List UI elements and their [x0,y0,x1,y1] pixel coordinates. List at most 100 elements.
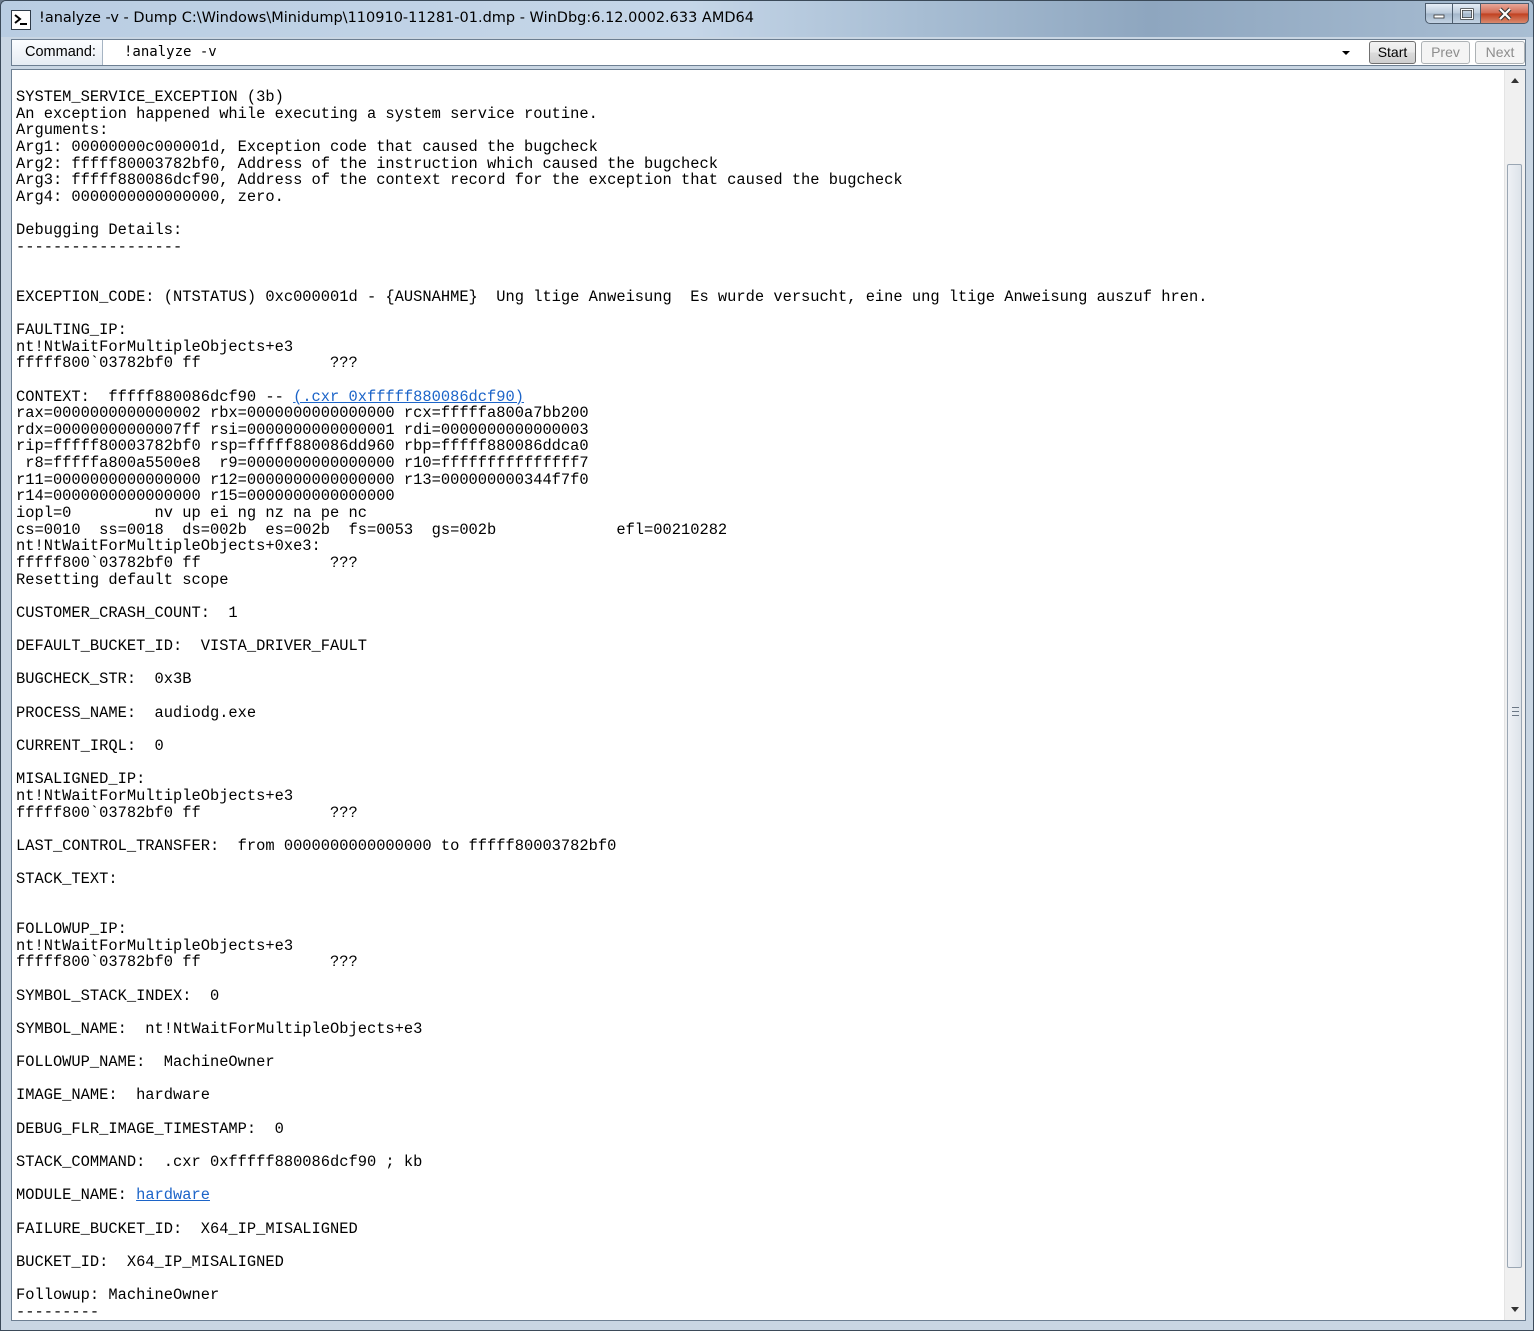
command-input[interactable]: !analyze -v [124,40,217,65]
output-line-text: cs=0010 ss=0018 ds=002b es=002b fs=0053 … [16,521,728,539]
output-line: LAST_CONTROL_TRANSFER: from 000000000000… [16,838,1496,855]
context-record-link[interactable]: (.cxr 0xfffff880086dcf90) [293,389,524,406]
output-line-text: MODULE_NAME: [16,1187,137,1204]
output-line-text: nt!NtWaitForMultipleObjects+e3 [16,787,294,805]
next-button[interactable]: Next [1475,41,1525,64]
output-line-text: FAULTING_IP: [16,321,127,339]
minimize-button[interactable] [1425,3,1453,24]
output-line: Followup: MachineOwner [16,1287,1496,1304]
command-history-dropdown[interactable] [1338,44,1354,60]
output-line: r8=fffffa800a5500e8 r9=0000000000000000 … [16,455,1496,472]
output-line-text: CUSTOMER_CRASH_COUNT: 1 [16,604,238,622]
output-line: FOLLOWUP_NAME: MachineOwner [16,1054,1496,1071]
scroll-up-button[interactable] [1505,72,1525,89]
output-line: DEBUG_FLR_IMAGE_TIMESTAMP: 0 [16,1121,1496,1138]
output-line-text: STACK_TEXT: [16,871,118,888]
output-line: Arg1: 00000000c000001d, Exception code t… [16,139,1496,156]
output-line-text: IMAGE_NAME: hardware [16,1087,210,1105]
output-line: nt!NtWaitForMultipleObjects+e3 [16,788,1496,805]
output-line: FAULTING_IP: [16,322,1496,339]
module-name-link[interactable]: hardware [136,1187,210,1204]
output-line-text: FOLLOWUP_NAME: MachineOwner [16,1054,275,1071]
output-line: Arguments: [16,122,1496,139]
start-button[interactable]: Start [1369,41,1416,64]
windbg-window: !analyze -v - Dump C:\Windows\Minidump\1… [0,0,1534,1331]
vertical-scrollbar[interactable] [1504,70,1525,1320]
output-line-text: rax=0000000000000002 rbx=000000000000000… [16,405,589,422]
output-line: nt!NtWaitForMultipleObjects+0xe3: [16,538,1496,555]
output-line-text: Arg3: fffff880086dcf90, Address of the c… [16,172,903,189]
output-line: CONTEXT: fffff880086dcf90 -- (.cxr 0xfff… [16,389,1496,406]
output-line-text: SYSTEM_SERVICE_EXCEPTION (3b) [16,89,284,106]
output-line-text: SYMBOL_STACK_INDEX: 0 [16,987,220,1005]
output-line-text: An exception happened while executing a … [16,105,598,123]
minimize-icon [1433,14,1445,18]
output-line: FOLLOWUP_IP: [16,921,1496,938]
output-line: rax=0000000000000002 rbx=000000000000000… [16,405,1496,422]
maximize-button[interactable] [1453,3,1481,24]
output-line-text: DEFAULT_BUCKET_ID: VISTA_DRIVER_FAULT [16,638,367,655]
output-line: r11=0000000000000000 r12=000000000000000… [16,472,1496,489]
output-text: SYSTEM_SERVICE_EXCEPTION (3b) An exceptio… [16,89,1496,1320]
output-line: PROCESS_NAME: audiodg.exe [16,705,1496,722]
output-line: Resetting default scope [16,572,1496,589]
scroll-up-icon [1511,78,1519,83]
output-line-text: Arg4: 0000000000000000, zero. [16,188,284,206]
scroll-down-icon [1511,1307,1519,1312]
output-line-text: BUGCHECK_STR: 0x3B [16,671,192,689]
output-line-text: Debugging Details: [16,222,183,239]
command-output-pane[interactable]: SYSTEM_SERVICE_EXCEPTION (3b) An exceptio… [11,69,1526,1321]
output-line-text: fffff800`03782bf0 ff ??? [16,954,358,971]
output-line-text: rip=fffff80003782bf0 rsp=fffff880086dd96… [16,438,589,456]
output-line-text: Followup: MachineOwner [16,1287,220,1304]
output-line: BUGCHECK_STR: 0x3B [16,671,1496,688]
output-line-text: FOLLOWUP_IP: [16,921,127,938]
output-line-text: fffff800`03782bf0 ff ??? [16,355,358,372]
caption-buttons [1425,3,1529,25]
prev-button[interactable]: Prev [1421,41,1470,64]
output-line: nt!NtWaitForMultipleObjects+e3 [16,339,1496,356]
scroll-down-button[interactable] [1505,1301,1525,1318]
output-line-text: nt!NtWaitForMultipleObjects+e3 [16,937,294,955]
output-line: STACK_TEXT: [16,871,1496,888]
output-line: BUCKET_ID: X64_IP_MISALIGNED [16,1254,1496,1271]
scrollbar-thumb[interactable] [1507,164,1522,1268]
output-line: SYSTEM_SERVICE_EXCEPTION (3b) [16,89,1496,106]
output-line: SYMBOL_STACK_INDEX: 0 [16,988,1496,1005]
output-line-text: r11=0000000000000000 r12=000000000000000… [16,471,589,489]
output-line: rdx=00000000000007ff rsi=000000000000000… [16,422,1496,439]
output-line: Arg4: 0000000000000000, zero. [16,189,1496,206]
output-line-text: iopl=0 nv up ei ng nz na pe nc [16,505,367,522]
output-line-text: ------------------ [16,238,183,256]
output-line: fffff800`03782bf0 ff ??? [16,355,1496,372]
output-line: cs=0010 ss=0018 ds=002b es=002b fs=0053 … [16,522,1496,539]
output-line-text: nt!NtWaitForMultipleObjects+0xe3: [16,538,321,555]
output-line-text: STACK_COMMAND: .cxr 0xfffff880086dcf90 ;… [16,1154,423,1171]
chevron-down-icon [1342,51,1350,55]
output-line-text: SYMBOL_NAME: nt!NtWaitForMultipleObjects… [16,1020,423,1038]
close-icon [1498,7,1511,20]
title-bar[interactable]: !analyze -v - Dump C:\Windows\Minidump\1… [1,1,1533,37]
output-line-text: --------- [16,1303,100,1321]
output-line: MISALIGNED_IP: [16,771,1496,788]
output-line: fffff800`03782bf0 ff ??? [16,805,1496,822]
close-button[interactable] [1481,3,1529,24]
output-line: SYMBOL_NAME: nt!NtWaitForMultipleObjects… [16,1021,1496,1038]
output-line: EXCEPTION_CODE: (NTSTATUS) 0xc000001d - … [16,289,1496,306]
output-line: CUSTOMER_CRASH_COUNT: 1 [16,605,1496,622]
output-line: Debugging Details: [16,222,1496,239]
